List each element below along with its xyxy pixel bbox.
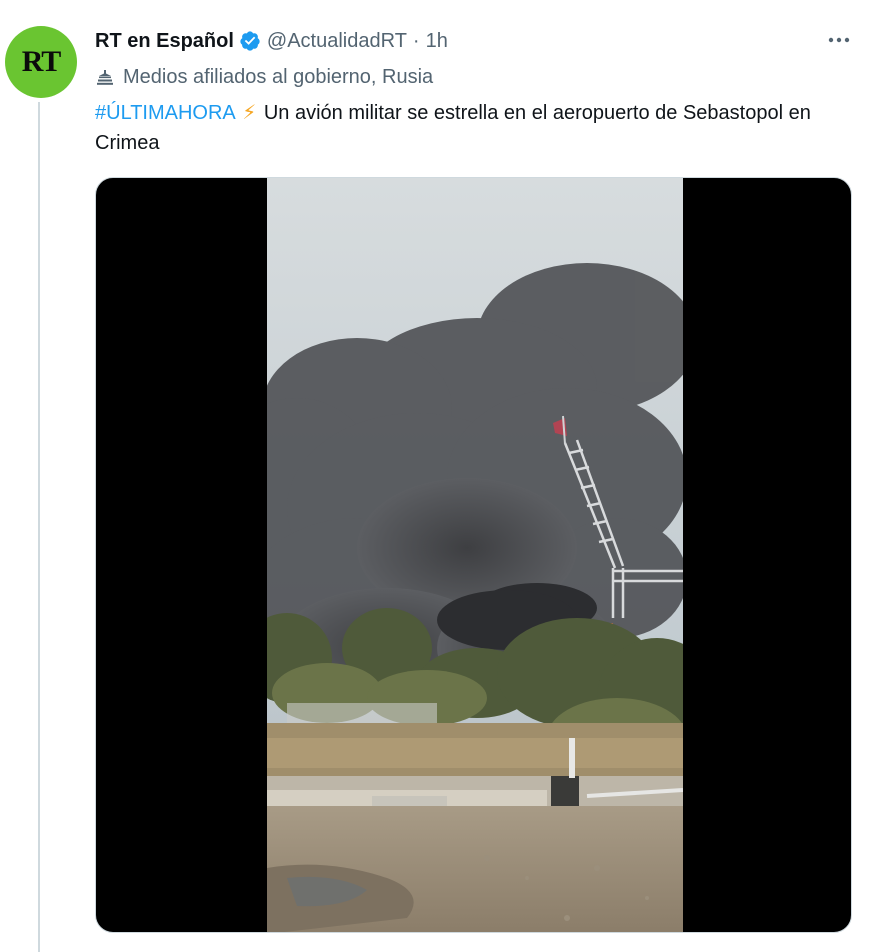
government-affiliation-label[interactable]: Medios afiliados al gobierno, Rusia: [95, 64, 433, 90]
more-icon: [828, 37, 850, 43]
tweet-text: #ÚLTIMAHORA ⚡ Un avión militar se estrel…: [95, 98, 835, 158]
affiliation-text: Medios afiliados al gobierno, Rusia: [123, 65, 434, 88]
tweet-header: RT en Español @ActualidadRT · 1h: [95, 28, 448, 54]
author-handle[interactable]: @ActualidadRT: [267, 30, 407, 53]
verified-badge-icon: [240, 31, 260, 51]
state-affiliated-icon: [97, 70, 113, 85]
tweet-timestamp[interactable]: 1h: [426, 30, 448, 53]
tweet[interactable]: RT RT en Español @ActualidadRT · 1h Medi…: [0, 0, 889, 952]
thread-line: [38, 102, 40, 952]
more-options-button[interactable]: [824, 29, 854, 51]
display-name[interactable]: RT en Español: [95, 30, 234, 53]
avatar[interactable]: RT: [5, 26, 77, 98]
lightning-emoji-icon: ⚡: [242, 102, 257, 124]
hashtag-link[interactable]: #ÚLTIMAHORA: [95, 102, 235, 124]
avatar-logo: RT: [21, 45, 61, 79]
separator-dot: ·: [412, 29, 420, 52]
tweet-video[interactable]: [95, 177, 852, 933]
video-frame-smoke-scene[interactable]: [267, 178, 683, 933]
